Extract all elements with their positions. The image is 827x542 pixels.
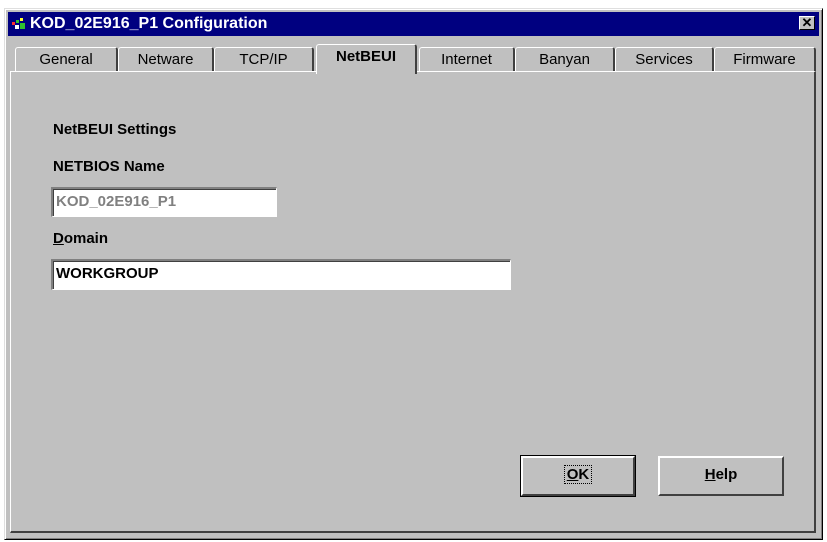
domain-label: Domain bbox=[53, 230, 108, 247]
netbios-name-field: KOD_02E916_P1 bbox=[51, 187, 277, 217]
tab-internet[interactable]: Internet bbox=[419, 47, 515, 72]
ok-button[interactable]: OK bbox=[520, 455, 636, 497]
help-button[interactable]: Help bbox=[658, 456, 784, 496]
tab-label: Firmware bbox=[733, 51, 796, 68]
help-button-label: Help bbox=[705, 466, 738, 483]
ok-button-label: OK bbox=[563, 465, 593, 484]
tab-label: Internet bbox=[441, 51, 492, 68]
section-title: NetBEUI Settings bbox=[53, 121, 177, 138]
tab-general[interactable]: General bbox=[15, 47, 118, 72]
netbios-name-label: NETBIOS Name bbox=[53, 158, 165, 175]
tab-firmware[interactable]: Firmware bbox=[714, 47, 816, 72]
tab-services[interactable]: Services bbox=[615, 47, 714, 72]
tab-strip: General Netware TCP/IP NetBEUI Internet … bbox=[0, 0, 827, 80]
ok-accel: O bbox=[566, 466, 579, 483]
tab-netbeui[interactable]: NetBEUI bbox=[316, 44, 417, 74]
tab-label: Netware bbox=[137, 51, 194, 68]
ok-label-rest: K bbox=[578, 466, 590, 483]
tab-banyan[interactable]: Banyan bbox=[515, 47, 615, 72]
tab-tcpip[interactable]: TCP/IP bbox=[214, 47, 314, 72]
tab-label: General bbox=[39, 51, 93, 68]
tab-label: NetBEUI bbox=[335, 48, 396, 65]
domain-label-text: omain bbox=[63, 230, 109, 247]
tab-netware[interactable]: Netware bbox=[118, 47, 214, 72]
domain-input[interactable]: WORKGROUP bbox=[51, 259, 511, 290]
domain-label-accel: D bbox=[53, 230, 64, 247]
tab-label: Banyan bbox=[539, 51, 590, 68]
tab-label: Services bbox=[635, 51, 693, 68]
netbeui-panel: NetBEUI Settings NETBIOS Name KOD_02E916… bbox=[10, 71, 816, 533]
tab-label: TCP/IP bbox=[239, 51, 288, 68]
help-accel: H bbox=[704, 466, 716, 483]
help-label-rest: elp bbox=[715, 466, 738, 483]
